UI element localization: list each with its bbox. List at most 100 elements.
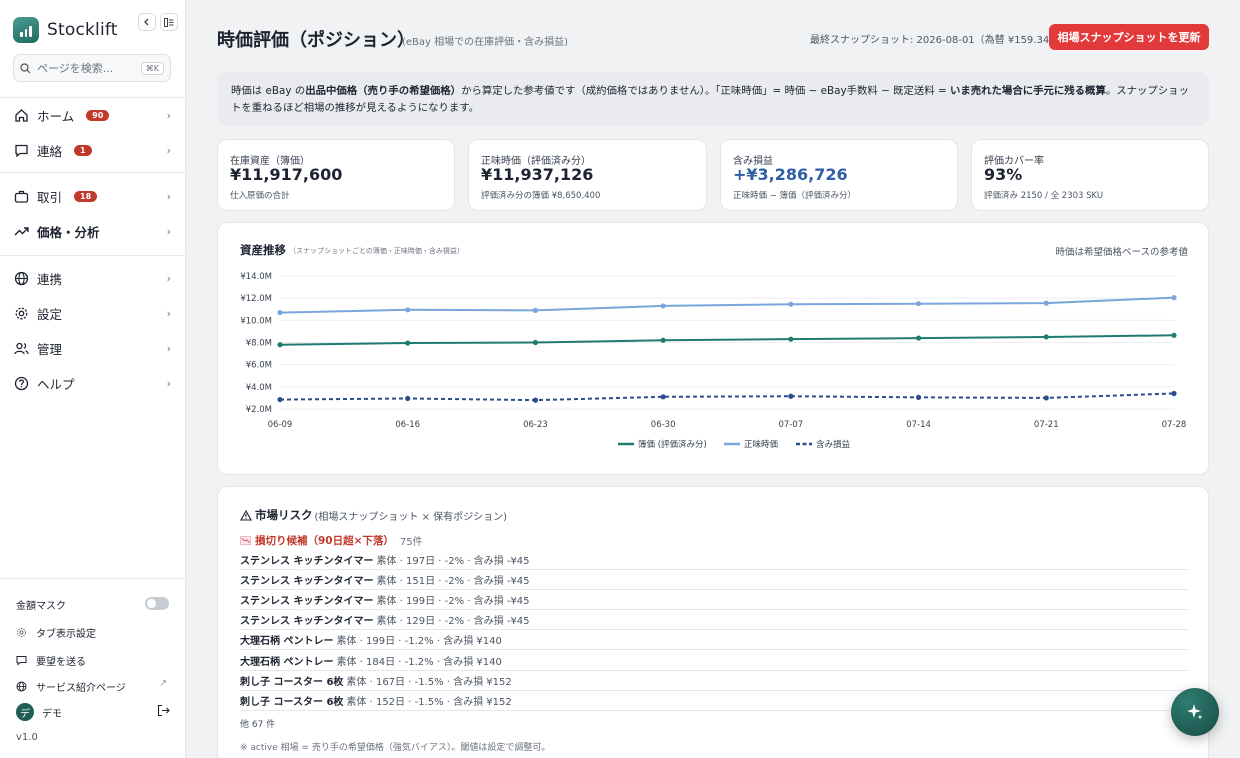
data-point	[405, 340, 411, 346]
warning-icon	[240, 509, 252, 521]
app-name: Stocklift	[47, 20, 118, 40]
x-tick-label: 06-23	[523, 420, 548, 430]
chevron-right-icon: ›	[166, 189, 171, 203]
sidebar-item-label: ホーム	[37, 108, 75, 124]
sidebar: Stocklift ページを検索... ⌘K ホーム 90 › 連絡 1 › 取…	[0, 0, 186, 758]
chevron-right-icon: ›	[166, 376, 171, 390]
kpi-value: ¥11,917,600	[230, 165, 343, 184]
help-icon	[13, 375, 29, 391]
chevron-right-icon: ›	[166, 341, 171, 355]
legend-label: 簿価 (評価済み分)	[638, 439, 707, 450]
data-point	[1171, 332, 1177, 338]
x-tick-label: 06-09	[268, 420, 293, 430]
risk-list-item[interactable]: 大理石柄 ペントレー 素体 · 199日 · -1.2% · 含み損 ¥140	[240, 630, 1188, 650]
risk-list-item[interactable]: 大理石柄 ペントレー 素体 · 184日 · -1.2% · 含み損 ¥140	[240, 651, 1188, 671]
sidebar-item-admin[interactable]: 管理 ›	[0, 334, 186, 362]
divider	[0, 172, 186, 173]
kpi-note: 評価済み分の簿価 ¥8,650,400	[481, 191, 601, 201]
divider	[0, 578, 186, 579]
kpi-note: 仕入原価の合計	[230, 191, 290, 201]
series-line-2	[279, 392, 1175, 402]
sidebar-layout-button[interactable]	[160, 13, 178, 31]
risk-list-item[interactable]: 刺し子 コースター 6枚 素体 · 167日 · -1.5% · 含み損 ¥152	[240, 671, 1188, 691]
risk-list-item[interactable]: 刺し子 コースター 6枚 素体 · 152日 · -1.5% · 含み損 ¥152	[240, 691, 1188, 711]
search-input[interactable]: ページを検索...	[37, 60, 141, 76]
x-tick-label: 06-30	[651, 420, 676, 430]
avatar: デ	[16, 703, 34, 721]
data-point	[1043, 334, 1049, 340]
sidebar-item-transactions[interactable]: 取引 18 ›	[0, 182, 186, 210]
data-point	[915, 394, 922, 400]
sidebar-item-label: 設定	[37, 306, 63, 322]
stop-loss-header[interactable]: 損切り候補（90日超×下落） 75件	[240, 533, 423, 548]
sidebar-item-home[interactable]: ホーム 90 ›	[0, 101, 186, 129]
brand[interactable]: Stocklift	[13, 16, 118, 44]
notification-badge: 18	[74, 190, 98, 202]
risk-list-item[interactable]: ステンレス キッチンタイマー 素体 · 129日 · -2% · 含み損 -¥45	[240, 610, 1188, 630]
sidebar-item-label: 連携	[37, 271, 63, 287]
risk-list-item[interactable]: ステンレス キッチンタイマー 素体 · 197日 · -2% · 含み損 -¥45	[240, 550, 1188, 570]
sidebar-item-help[interactable]: ヘルプ ›	[0, 369, 186, 397]
tab-settings-link[interactable]: タブ表示設定	[16, 625, 96, 640]
data-point	[277, 342, 283, 348]
collapse-sidebar-button[interactable]	[138, 13, 156, 31]
data-point	[1043, 300, 1049, 306]
page-title: 時価評価（ポジション）	[217, 30, 415, 51]
refresh-snapshot-button[interactable]: 相場スナップショットを更新	[1049, 24, 1209, 50]
data-point	[1171, 295, 1177, 301]
asset-trend-chart: ¥2.0M ¥4.0M ¥6.0M ¥8.0M ¥10.0M ¥12.0M ¥14.0M 06…	[240, 272, 1186, 450]
divider	[0, 255, 186, 256]
data-point	[405, 395, 411, 402]
data-point	[788, 301, 794, 307]
search-icon	[20, 62, 31, 73]
data-point	[915, 335, 922, 341]
chart-down-icon	[240, 536, 251, 545]
risk-title: 市場リスク (相場スナップショット × 保有ポジション)	[240, 507, 507, 523]
gear-icon	[13, 305, 29, 321]
x-tick-label: 07-14	[906, 420, 931, 430]
search-box[interactable]: ページを検索... ⌘K	[13, 54, 171, 82]
sidebar-item-pricing[interactable]: 価格・分析 ›	[0, 217, 186, 245]
kpi-card-coverage: 評価カバー率 93% 評価済み 2150 / 全 2303 SKU	[971, 139, 1209, 211]
globe-icon	[13, 270, 29, 286]
page-subtitle: (eBay 相場での在庫評価・含み損益)	[402, 37, 569, 48]
data-point	[532, 397, 539, 403]
y-tick-label: ¥2.0M	[246, 405, 272, 415]
y-tick-label: ¥4.0M	[246, 383, 272, 393]
sidebar-item-label: ヘルプ	[37, 376, 75, 392]
amount-mask-toggle[interactable]	[145, 597, 169, 610]
kpi-note: 正味時価 − 簿価（評価済み分）	[733, 191, 857, 201]
external-link-icon: ↗	[159, 678, 168, 689]
amount-mask-label: 金額マスク	[16, 601, 66, 612]
users-icon	[13, 340, 29, 356]
sidebar-item-integrations[interactable]: 連携 ›	[0, 264, 186, 292]
user-profile[interactable]: デ デモ	[16, 703, 62, 721]
sidebar-item-messages[interactable]: 連絡 1 ›	[0, 136, 186, 164]
risk-list-item[interactable]: ステンレス キッチンタイマー 素体 · 199日 · -2% · 含み損 -¥45	[240, 590, 1188, 610]
feedback-link[interactable]: 要望を送る	[16, 653, 86, 668]
chevron-right-icon: ›	[166, 271, 171, 285]
sidebar-item-settings[interactable]: 設定 ›	[0, 299, 186, 327]
logout-icon[interactable]	[157, 704, 170, 720]
feedback-label: 要望を送る	[36, 657, 86, 668]
user-name: デモ	[42, 708, 62, 720]
stop-loss-count: 75件	[399, 537, 423, 548]
data-point	[660, 337, 666, 343]
ai-assistant-button[interactable]	[1171, 688, 1219, 736]
service-page-link[interactable]: サービス紹介ページ	[16, 679, 126, 694]
kpi-card-net-market-value: 正味時価（評価済み分） ¥11,937,126 評価済み分の簿価 ¥8,650,…	[468, 139, 707, 211]
data-point	[277, 309, 283, 316]
data-point	[660, 303, 666, 309]
x-tick-label: 07-21	[1034, 420, 1059, 430]
y-tick-label: ¥10.0M	[240, 316, 272, 326]
legend-label: 正味時価	[744, 439, 779, 450]
risk-list-item[interactable]: ステンレス キッチンタイマー 素体 · 151日 · -2% · 含み損 -¥45	[240, 570, 1188, 590]
market-risk-card: 市場リスク (相場スナップショット × 保有ポジション) 損切り候補（90日超×…	[217, 486, 1209, 758]
chevron-right-icon: ›	[166, 306, 171, 320]
gear-icon	[16, 627, 30, 638]
notification-badge: 90	[86, 109, 110, 121]
divider	[0, 97, 186, 98]
kpi-card-book-value: 在庫資産（簿価） ¥11,917,600 仕入原価の合計	[217, 139, 455, 211]
more-items-link[interactable]: 他 67 件	[240, 717, 275, 730]
y-tick-label: ¥6.0M	[246, 361, 272, 371]
